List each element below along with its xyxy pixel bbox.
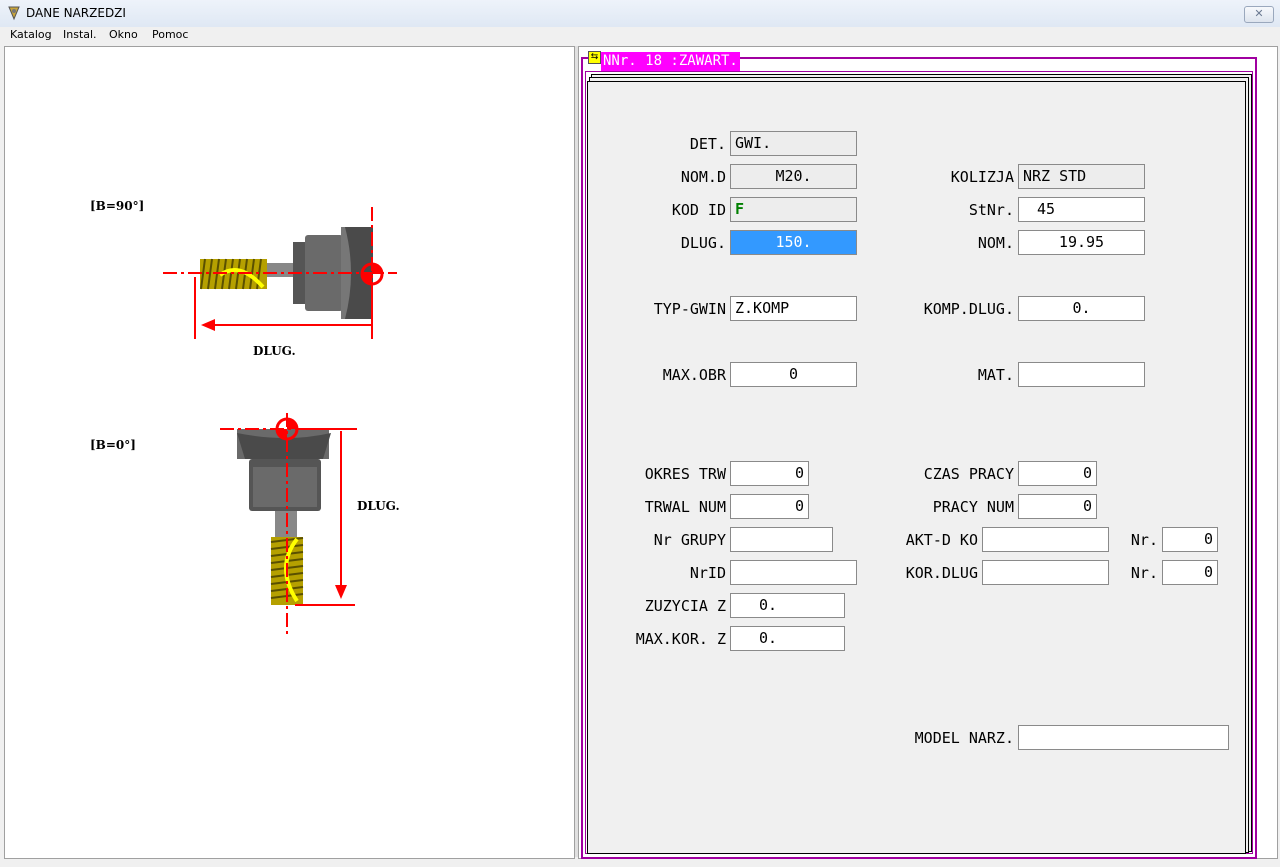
nr-grupy-field[interactable]: [730, 527, 833, 552]
max-kor-z-field[interactable]: 0.: [730, 626, 845, 651]
view-label-b90: [B=90°]: [90, 199, 145, 213]
menu-pomoc[interactable]: Pomoc: [152, 28, 188, 41]
tool-drawing: [163, 207, 397, 635]
max-obr-label: MAX.OBR: [662, 366, 726, 384]
zuzycia-z-field[interactable]: 0.: [730, 593, 845, 618]
akt-nr-field[interactable]: 0: [1162, 527, 1218, 552]
tab-swap-icon[interactable]: ⇆: [588, 51, 601, 64]
mat-label: MAT.: [977, 366, 1014, 384]
kor-nr-label: Nr.: [1130, 564, 1158, 582]
kor-nr-field[interactable]: 0: [1162, 560, 1218, 585]
det-field[interactable]: GWI.: [730, 131, 857, 156]
kod-id-label: KOD ID: [671, 201, 726, 219]
dlug-label: DLUG.: [680, 234, 726, 252]
czas-pracy-label: CZAS PRACY: [923, 465, 1014, 483]
nom-d-field[interactable]: M20.: [730, 164, 857, 189]
det-label: DET.: [689, 135, 726, 153]
trwal-num-label: TRWAL NUM: [644, 498, 726, 516]
akt-d-ko-label: AKT-D KO: [905, 531, 978, 549]
kolizja-label: KOLIZJA: [950, 168, 1014, 186]
pracy-num-field[interactable]: 0: [1018, 494, 1097, 519]
status-bar: [0, 859, 1280, 867]
mat-field[interactable]: [1018, 362, 1145, 387]
czas-pracy-field[interactable]: 0: [1018, 461, 1097, 486]
nr-grupy-label: Nr GRUPY: [653, 531, 726, 549]
menu-okno[interactable]: Okno: [109, 28, 138, 41]
nrid-field[interactable]: [730, 560, 857, 585]
close-icon: ✕: [1254, 7, 1264, 20]
kod-id-field[interactable]: F: [730, 197, 857, 222]
typ-gwin-field[interactable]: Z.KOMP: [730, 296, 857, 321]
komp-dlug-label: KOMP.DLUG.: [923, 300, 1014, 318]
zuzycia-z-label: ZUZYCIA Z: [644, 597, 726, 615]
nom-d-label: NOM.D: [680, 168, 726, 186]
menu-instal[interactable]: Instal.: [63, 28, 97, 41]
dimension-label-dlug-top: DLUG.: [253, 344, 296, 358]
typ-gwin-label: TYP-GWIN: [653, 300, 726, 318]
stnr-field[interactable]: 45: [1018, 197, 1145, 222]
nrid-label: NrID: [689, 564, 726, 582]
kor-dlug-label: KOR.DLUG: [905, 564, 978, 582]
model-narz-field[interactable]: [1018, 725, 1229, 750]
tab-title[interactable]: NNr. 18 :ZAWART.: [601, 52, 740, 71]
menu-bar: Katalog Instal. Okno Pomoc: [0, 27, 1280, 45]
kolizja-field[interactable]: NRZ STD: [1018, 164, 1145, 189]
akt-d-ko-field[interactable]: [982, 527, 1109, 552]
dimension-label-dlug-side: DLUG.: [357, 499, 400, 513]
menu-katalog[interactable]: Katalog: [10, 28, 52, 41]
tool-side-view: [220, 413, 357, 635]
okres-trw-label: OKRES TRW: [644, 465, 726, 483]
view-label-b0: [B=0°]: [90, 438, 136, 452]
title-bar: DANE NARZEDZI ✕: [0, 0, 1280, 28]
pracy-num-label: PRACY NUM: [932, 498, 1014, 516]
nom-label: NOM.: [977, 234, 1014, 252]
stnr-label: StNr.: [968, 201, 1014, 219]
max-obr-field[interactable]: 0: [730, 362, 857, 387]
model-narz-label: MODEL NARZ.: [914, 729, 1014, 747]
nom-field[interactable]: 19.95: [1018, 230, 1145, 255]
kor-dlug-field[interactable]: [982, 560, 1109, 585]
tool-top-view: [163, 207, 397, 339]
max-kor-z-label: MAX.KOR. Z: [635, 630, 726, 648]
app-icon: [8, 6, 20, 21]
trwal-num-field[interactable]: 0: [730, 494, 809, 519]
window-title: DANE NARZEDZI: [26, 6, 126, 20]
okres-trw-field[interactable]: 0: [730, 461, 809, 486]
dlug-field[interactable]: 150.: [730, 230, 857, 255]
tool-drawing-pane: [B=90°] DLUG. [B=0°] DLUG.: [4, 46, 575, 859]
close-button[interactable]: ✕: [1244, 6, 1274, 23]
akt-nr-label: Nr.: [1130, 531, 1158, 549]
komp-dlug-field[interactable]: 0.: [1018, 296, 1145, 321]
